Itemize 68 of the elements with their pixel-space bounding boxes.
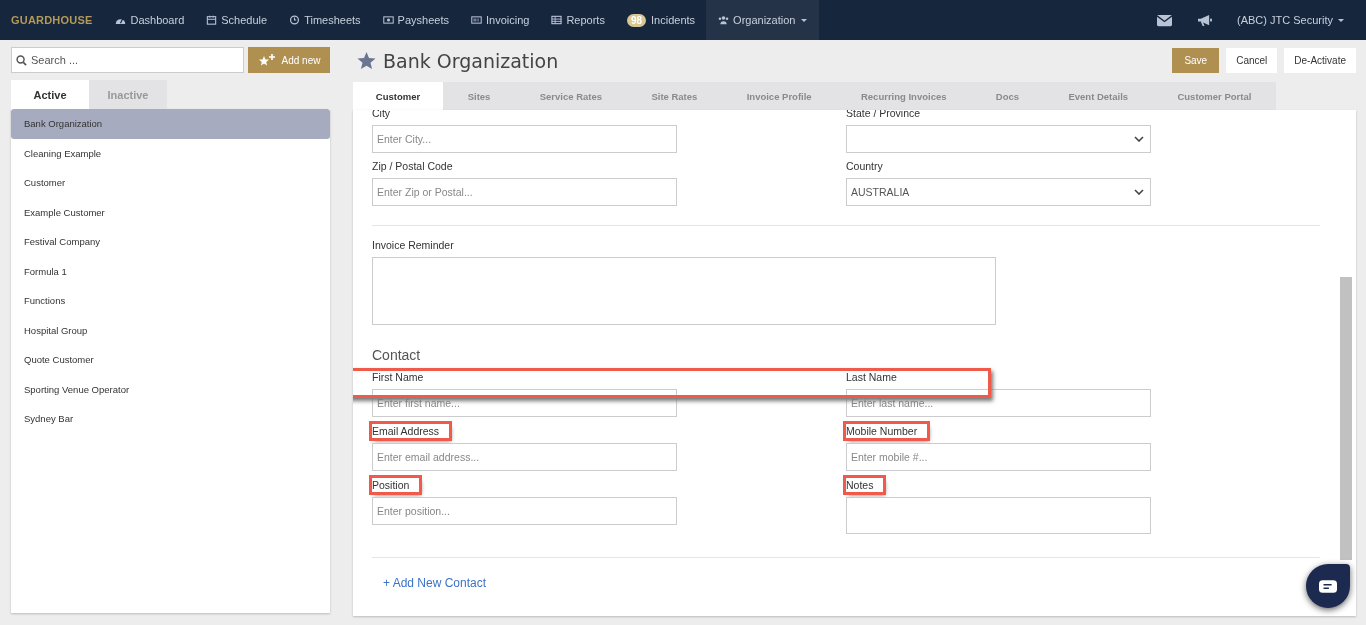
text-field[interactable]: Enter first name... [372, 389, 677, 417]
add-contact-link[interactable]: + Add New Contact [383, 576, 487, 590]
calendar-icon [206, 15, 218, 25]
field-label: City [372, 110, 392, 120]
search-icon [16, 55, 27, 66]
caret-icon [801, 18, 808, 22]
text-field[interactable]: Enter City... [372, 125, 677, 153]
field-label: Zip / Postal Code [372, 159, 454, 173]
section-heading: Contact [372, 347, 422, 363]
text-field[interactable]: Enter mobile #... [846, 443, 1151, 471]
star-plus-icon [257, 54, 276, 66]
nav-link[interactable]: Reports [540, 0, 616, 40]
star-icon[interactable] [357, 51, 376, 70]
filter-tab[interactable]: Active [11, 80, 89, 109]
action-button[interactable]: Cancel [1226, 48, 1278, 73]
field-label: Last Name [846, 370, 897, 384]
scrollbar-thumb[interactable] [1340, 277, 1352, 560]
organization-list-item[interactable]: Formula 1 [11, 256, 330, 286]
organization-list-item[interactable]: Sporting Venue Operator [11, 374, 330, 404]
text-field[interactable]: Enter last name... [846, 389, 1151, 417]
nav-link[interactable]: Invoicing [460, 0, 541, 40]
chevron-down-icon [1134, 136, 1144, 142]
nav-link[interactable]: Paysheets [371, 0, 460, 40]
brand-logo[interactable]: GUARDHOUSE [11, 14, 93, 26]
chat-icon [1319, 579, 1337, 593]
field-label: Mobile Number [846, 424, 928, 438]
field-label: State / Province [846, 110, 922, 120]
field-label: Position [372, 478, 420, 492]
organization-list-item[interactable]: Functions [11, 286, 330, 316]
select-field[interactable] [846, 125, 1151, 153]
mail-icon[interactable] [1157, 13, 1173, 27]
organization-list-item[interactable]: Example Customer [11, 197, 330, 227]
clock-icon [289, 15, 301, 25]
organization-list-item[interactable]: Festival Company [11, 227, 330, 257]
organization-list-item[interactable]: Quote Customer [11, 345, 330, 375]
select-field[interactable]: AUSTRALIA [846, 178, 1151, 206]
organization-list-item[interactable]: Hospital Group [11, 315, 330, 345]
field-label: Notes [846, 478, 884, 492]
nav-link[interactable]: Organization [706, 0, 820, 40]
table-icon [551, 15, 563, 25]
organization-list-item[interactable]: Customer [11, 168, 330, 198]
text-field[interactable]: Enter position... [372, 497, 677, 525]
count-badge: 98 [626, 13, 647, 27]
nav-link[interactable]: Dashboard [104, 0, 196, 40]
action-button[interactable]: De-Activate [1284, 48, 1356, 73]
field-label: Email Address [372, 424, 450, 438]
organization-list-item[interactable]: Bank Organization [11, 109, 330, 139]
money-icon [382, 15, 394, 25]
megaphone-icon[interactable] [1197, 13, 1213, 27]
chevron-down-icon [1134, 189, 1144, 195]
nav-link[interactable]: 98 Incidents [615, 0, 707, 40]
invoice-icon [471, 15, 482, 25]
field-label: First Name [372, 370, 424, 384]
text-field[interactable]: Enter email address... [372, 443, 677, 471]
notes-field[interactable] [846, 497, 1151, 534]
search-field[interactable]: Search ... [11, 47, 244, 73]
account-menu[interactable]: (ABC) JTC Security [1237, 14, 1333, 26]
field-label: Country [846, 159, 884, 173]
organization-list-item[interactable]: Cleaning Example [11, 138, 330, 168]
text-field[interactable]: Enter Zip or Postal... [372, 178, 677, 206]
section-tab[interactable]: Customer [353, 82, 443, 110]
users-icon [718, 15, 730, 25]
field-label: Invoice Reminder [372, 239, 454, 251]
nav-link[interactable]: Schedule [195, 0, 279, 40]
caret-icon [1338, 18, 1344, 22]
organization-list-item[interactable]: Sydney Bar [11, 404, 330, 434]
nav-link[interactable]: Timesheets [278, 0, 372, 40]
page-title: Bank Organization [383, 49, 559, 72]
